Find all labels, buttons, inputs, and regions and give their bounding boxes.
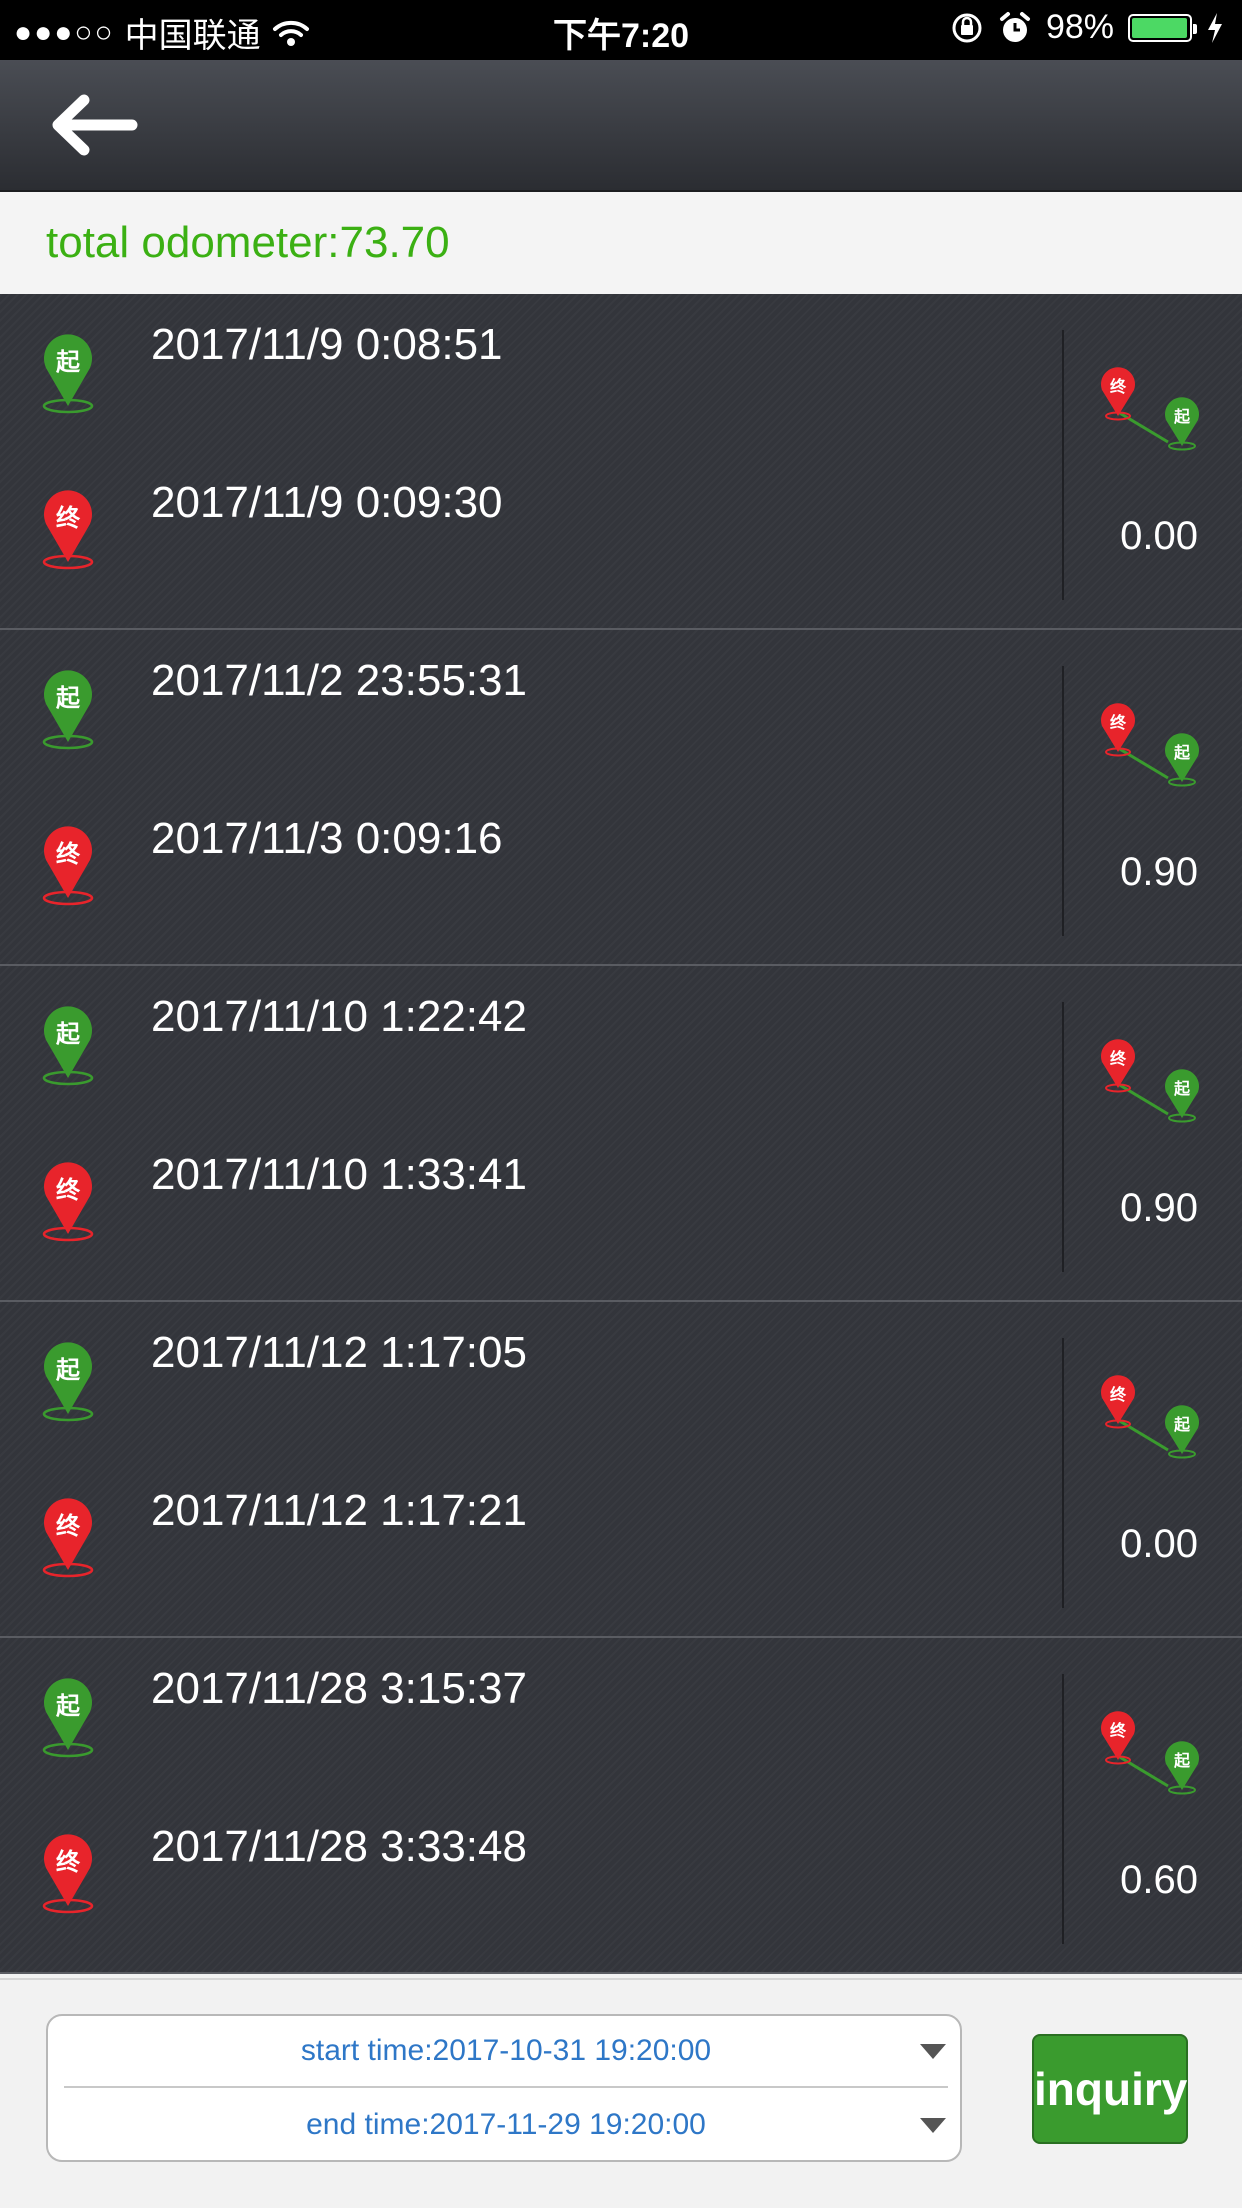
back-button[interactable] [44, 90, 144, 160]
end-pin-icon: 终 [42, 1498, 94, 1578]
trip-start-time: 2017/11/10 1:22:42 [151, 992, 527, 1041]
start-pin-icon: 起 [42, 670, 94, 750]
trip-divider [1062, 1674, 1064, 1944]
trip-divider [1062, 1002, 1064, 1272]
trip-end-time: 2017/11/12 1:17:21 [151, 1486, 527, 1535]
battery-tip [1193, 23, 1197, 34]
chevron-down-icon [920, 2118, 946, 2133]
total-odometer: total odometer:73.70 [46, 218, 450, 268]
trip-row[interactable]: 起 2017/11/12 1:17:05 终 2017/11/12 1:17:2… [0, 1302, 1242, 1638]
trip-divider [1062, 666, 1064, 936]
status-right: 98% [950, 8, 1224, 47]
svg-text:起: 起 [1173, 1079, 1191, 1098]
start-pin-icon: 起 [42, 1678, 94, 1758]
svg-text:起: 起 [1173, 407, 1191, 426]
svg-text:终: 终 [1110, 377, 1127, 396]
inquiry-button[interactable]: inquiry [1032, 2034, 1188, 2144]
start-pin-icon: 起 [42, 1342, 94, 1422]
end-time-value: end time:2017-11-29 19:20:00 [306, 2108, 706, 2141]
trip-row[interactable]: 起 2017/11/9 0:08:51 终 2017/11/9 0:09:30 … [0, 294, 1242, 630]
trip-end-time: 2017/11/28 3:33:48 [151, 1822, 527, 1871]
battery-percent: 98% [1045, 8, 1114, 46]
end-pin-icon: 终 [42, 1834, 94, 1914]
route-map-icon[interactable]: 终 起 [1096, 1708, 1206, 1808]
trip-list[interactable]: 起 2017/11/9 0:08:51 终 2017/11/9 0:09:30 … [0, 294, 1242, 1976]
svg-text:终: 终 [1110, 713, 1127, 732]
trip-divider [1062, 1338, 1064, 1608]
route-map-icon[interactable]: 终 起 [1096, 700, 1206, 800]
start-time-picker[interactable]: start time:2017-10-31 19:20:00 [64, 2016, 948, 2088]
end-pin-icon: 终 [42, 826, 94, 906]
trip-distance: 0.60 [1120, 1858, 1198, 1902]
svg-text:终: 终 [1110, 1385, 1127, 1404]
chevron-down-icon [920, 2044, 946, 2059]
odometer-value: 73.70 [339, 218, 450, 267]
route-map-icon[interactable]: 终 起 [1096, 364, 1206, 464]
start-pin-icon: 起 [42, 334, 94, 414]
start-time-value: start time:2017-10-31 19:20:00 [300, 2034, 712, 2067]
trip-row[interactable]: 起 2017/11/28 3:15:37 终 2017/11/28 3:33:4… [0, 1638, 1242, 1974]
charging-bolt-icon [1208, 12, 1222, 43]
svg-text:起: 起 [1173, 1415, 1191, 1434]
rotation-lock-icon [952, 13, 982, 42]
svg-text:起: 起 [55, 1356, 81, 1384]
route-map-icon[interactable]: 终 起 [1096, 1036, 1206, 1136]
svg-text:起: 起 [55, 1020, 81, 1048]
trip-start-time: 2017/11/12 1:17:05 [151, 1328, 527, 1377]
battery-level [1132, 17, 1187, 38]
svg-text:终: 终 [1110, 1721, 1127, 1740]
arrow-left-icon [52, 94, 138, 156]
odometer-label: total odometer: [46, 218, 340, 267]
svg-text:终: 终 [56, 1512, 81, 1540]
svg-text:起: 起 [55, 348, 81, 376]
trip-end-time: 2017/11/10 1:33:41 [151, 1150, 527, 1199]
query-bar: start time:2017-10-31 19:20:00 end time:… [0, 1978, 1242, 2208]
svg-text:终: 终 [56, 504, 81, 532]
trip-distance: 0.90 [1120, 1186, 1198, 1230]
trip-row[interactable]: 起 2017/11/2 23:55:31 终 2017/11/3 0:09:16… [0, 630, 1242, 966]
end-pin-icon: 终 [42, 1162, 94, 1242]
svg-text:起: 起 [55, 684, 81, 712]
odometer-bar: total odometer:73.70 [0, 192, 1242, 294]
svg-text:终: 终 [56, 1176, 81, 1204]
trip-distance: 0.90 [1120, 850, 1198, 894]
trip-end-time: 2017/11/3 0:09:16 [151, 814, 503, 863]
trip-end-time: 2017/11/9 0:09:30 [151, 478, 503, 527]
trip-row[interactable]: 起 2017/11/10 1:22:42 终 2017/11/10 1:33:4… [0, 966, 1242, 1302]
end-pin-icon: 终 [42, 490, 94, 570]
end-time-picker[interactable]: end time:2017-11-29 19:20:00 [48, 2090, 964, 2162]
svg-text:起: 起 [1173, 743, 1191, 762]
nav-bar [0, 60, 1242, 192]
trip-start-time: 2017/11/28 3:15:37 [151, 1664, 527, 1713]
trip-start-time: 2017/11/2 23:55:31 [151, 656, 527, 705]
svg-text:起: 起 [1173, 1751, 1191, 1770]
svg-text:终: 终 [1110, 1049, 1127, 1068]
trip-distance: 0.00 [1120, 514, 1198, 558]
status-bar: ●●●○○ 中国联通 下午7:20 98% [0, 0, 1242, 60]
svg-text:起: 起 [55, 1692, 81, 1720]
svg-text:终: 终 [56, 840, 81, 868]
alarm-clock-icon [999, 11, 1030, 42]
trip-divider [1062, 330, 1064, 600]
trip-distance: 0.00 [1120, 1522, 1198, 1566]
svg-text:终: 终 [56, 1848, 81, 1876]
time-range-selector: start time:2017-10-31 19:20:00 end time:… [46, 2014, 962, 2162]
trip-start-time: 2017/11/9 0:08:51 [151, 320, 503, 369]
route-map-icon[interactable]: 终 起 [1096, 1372, 1206, 1472]
battery-icon [1128, 13, 1197, 42]
start-pin-icon: 起 [42, 1006, 94, 1086]
